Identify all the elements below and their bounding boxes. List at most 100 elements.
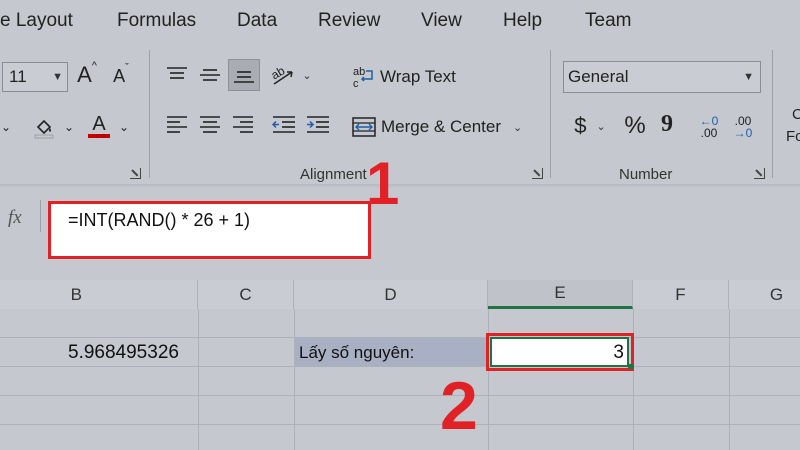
comma-style-button[interactable]: 9	[656, 108, 678, 140]
chevron-down-icon[interactable]: ⌄	[62, 112, 76, 142]
group-separator	[550, 50, 551, 178]
decrease-decimal-icon: →0	[733, 126, 753, 140]
decrease-indent-icon	[272, 116, 295, 133]
formula-input[interactable]: =INT(RAND() * 26 + 1)	[48, 201, 371, 259]
wrap-text-button[interactable]: ab c Wrap Text	[352, 62, 460, 92]
number-format-dropdown[interactable]: General ▼	[563, 61, 761, 93]
formula-text: =INT(RAND() * 26 + 1)	[68, 210, 251, 230]
column-line	[488, 309, 489, 450]
alignment-dialog-launcher-icon[interactable]	[532, 168, 543, 179]
font-size-dropdown[interactable]: 11 ▼	[2, 62, 68, 92]
align-left-button[interactable]	[164, 112, 190, 138]
menu-help[interactable]: Help	[503, 10, 542, 32]
column-header-c[interactable]: C	[198, 280, 294, 309]
font-color-bar	[88, 133, 110, 138]
top-align-button[interactable]	[164, 62, 190, 88]
menu-review[interactable]: Review	[318, 10, 380, 32]
fill-handle[interactable]	[628, 364, 633, 369]
chevron-down-icon: ▼	[743, 71, 754, 83]
column-line	[294, 309, 295, 450]
column-header-e[interactable]: E	[488, 280, 633, 309]
decrease-decimal-button[interactable]: .00 →0	[728, 112, 758, 142]
number-format-value: General	[568, 67, 629, 86]
grow-font-icon: A	[77, 62, 92, 87]
chevron-down-icon: ⌄	[302, 69, 312, 82]
shrink-font-icon: A	[113, 65, 126, 86]
styles-group-partial-top[interactable]: C	[792, 106, 800, 123]
column-line	[198, 309, 199, 450]
percent-button[interactable]: %	[620, 110, 650, 142]
column-header-f[interactable]: F	[633, 280, 729, 309]
chevron-down-icon[interactable]: ⌄	[0, 112, 12, 142]
svg-text:ab: ab	[270, 63, 287, 82]
caret-up-icon: ^	[91, 60, 97, 72]
cell-e-value: 3	[613, 342, 624, 363]
font-color-icon: A	[92, 112, 106, 135]
menu-view[interactable]: View	[421, 10, 462, 32]
paint-bucket-icon	[34, 119, 54, 139]
step-2-marker: 2	[440, 368, 478, 444]
orientation-button[interactable]: ab ⌄	[270, 60, 312, 90]
number-group-label: Number	[619, 166, 673, 183]
chevron-down-icon[interactable]: ⌄	[116, 112, 132, 142]
alignment-group-label: Alignment	[300, 166, 367, 183]
fx-icon[interactable]: fx	[8, 207, 22, 229]
row-line	[0, 395, 800, 396]
group-separator	[772, 50, 773, 178]
column-headers: B C D E F G	[0, 280, 800, 310]
align-center-button[interactable]	[197, 112, 223, 138]
column-header-b[interactable]: B	[0, 280, 198, 309]
ribbon: 11 ▼ A ^ Aˇ ⌄ ⌄ A ⌄ ab ⌄ ab c Wrap Text …	[0, 42, 800, 188]
chevron-down-icon: ⌄	[513, 121, 523, 134]
menu-bar: e Layout Formulas Data Review View Help …	[0, 0, 800, 42]
row-line	[0, 424, 800, 425]
bottom-align-icon	[234, 71, 254, 83]
shrink-font-button[interactable]: Aˇ	[108, 62, 134, 90]
cell-d-label: Lấy số nguyên:	[299, 343, 415, 362]
increase-decimal-digits: .00	[700, 126, 718, 140]
cell-e-selected[interactable]: 3	[490, 337, 629, 367]
increase-indent-button[interactable]	[304, 112, 332, 138]
comma-icon: 9	[661, 110, 673, 137]
increase-indent-icon	[307, 116, 329, 133]
font-size-value: 11	[9, 67, 27, 86]
dollar-icon: $	[574, 113, 587, 138]
svg-text:c: c	[353, 78, 359, 89]
cell-b-value[interactable]: 5.968495326	[68, 342, 179, 364]
currency-button[interactable]: $ ⌄	[566, 110, 614, 142]
align-center-icon	[200, 116, 220, 133]
decrease-indent-button[interactable]	[270, 112, 298, 138]
step-1-marker: 1	[366, 150, 400, 217]
chevron-down-icon: ▼	[52, 71, 63, 83]
menu-data[interactable]: Data	[237, 10, 277, 32]
align-right-button[interactable]	[230, 112, 256, 138]
column-header-d[interactable]: D	[294, 280, 488, 309]
wrap-text-icon: ab c	[353, 66, 373, 89]
menu-formulas[interactable]: Formulas	[117, 10, 196, 32]
font-dialog-launcher-icon[interactable]	[130, 168, 141, 179]
merge-center-button[interactable]: Merge & Center ⌄	[352, 112, 536, 142]
menu-page-layout[interactable]: e Layout	[0, 10, 73, 32]
fill-color-button[interactable]	[26, 112, 62, 142]
styles-group-partial-bottom[interactable]: Fo	[786, 128, 800, 145]
caret-down-icon: ˇ	[125, 62, 129, 74]
increase-decimal-button[interactable]: ←0 .00	[694, 112, 724, 142]
number-dialog-launcher-icon[interactable]	[754, 168, 765, 179]
sheet-grid[interactable]	[0, 309, 800, 450]
group-separator	[149, 50, 150, 178]
align-left-icon	[167, 116, 187, 133]
row-line	[0, 366, 800, 367]
bottom-align-button[interactable]	[228, 59, 260, 91]
text-orientation-icon: ab	[270, 63, 294, 85]
middle-align-button[interactable]	[197, 62, 223, 88]
column-line	[633, 309, 634, 450]
align-right-icon	[233, 116, 253, 133]
wrap-text-label: Wrap Text	[380, 67, 456, 86]
top-align-icon	[167, 67, 187, 79]
chevron-down-icon: ⌄	[596, 120, 606, 133]
column-line	[729, 309, 730, 450]
menu-team[interactable]: Team	[585, 10, 631, 32]
column-header-g[interactable]: G	[729, 280, 800, 309]
font-color-button[interactable]: A	[86, 110, 112, 140]
grow-font-button[interactable]: A ^	[74, 60, 100, 90]
